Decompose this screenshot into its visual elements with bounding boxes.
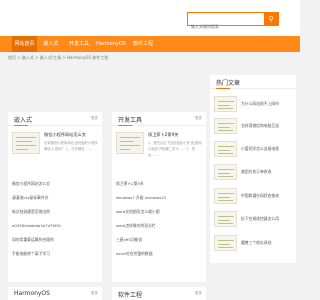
article-thumbnail bbox=[214, 188, 237, 204]
list-item[interactable]: 微信小程序网站怎么交 bbox=[12, 181, 50, 187]
panel-header: 嵌入式 更多 bbox=[8, 112, 102, 126]
featured-thumbnail[interactable] bbox=[116, 132, 144, 154]
main-nav: 网站首页 嵌入式 开发工具 HarmonyOS 软件工程 bbox=[0, 36, 300, 52]
breadcrumb: 首页 > 嵌入式 > 嵌入式/工具 > HarmonyOS 软件工程 bbox=[8, 55, 109, 60]
more-link[interactable]: 更多 bbox=[195, 116, 202, 121]
panel-title: 开发工具 bbox=[118, 117, 143, 126]
list-item[interactable]: 三星a90功能说 bbox=[116, 237, 142, 243]
nav-embedded[interactable]: 嵌入式 bbox=[41, 36, 61, 52]
more-link[interactable]: 更多 bbox=[195, 291, 202, 296]
panel-title: 软件工程 bbox=[118, 292, 143, 299]
featured-desc: 1、首先点击下边的蓝色小关 进,使用小道具 开始第二关卡…… 2、然后…… bbox=[148, 141, 202, 157]
list-item[interactable]: windows7 升级 windows10 bbox=[116, 195, 166, 201]
list-item[interactable]: word怎样做对的双分栏 bbox=[116, 223, 156, 229]
list-item[interactable]: 保卫萝卜2第9关 bbox=[116, 181, 144, 187]
featured-desc: 目录微信小程序网站 如何做好小程序微信小 程序？ 1、打开微信 …… bbox=[44, 141, 98, 151]
hot-article[interactable]: 中国联通在网状态查询 bbox=[214, 188, 292, 204]
hot-article[interactable]: 小爱同学怎么连接电视 bbox=[214, 141, 292, 157]
search-button[interactable]: ⚲ bbox=[264, 13, 278, 25]
nav-devtools[interactable]: 开发工具 bbox=[66, 36, 92, 52]
hot-article[interactable]: 魔兽三个地址改档 bbox=[214, 235, 292, 251]
article-title[interactable]: 美团外卖订单修改 bbox=[241, 169, 271, 175]
devtools-panel: 开发工具 更多 保卫萝卜2第9关 1、首先点击下边的蓝色小关 进,使用小道具 开… bbox=[112, 112, 206, 282]
hot-article[interactable]: 怎样用微信和电脑互送 bbox=[214, 118, 292, 134]
more-link[interactable]: 更多 bbox=[91, 291, 98, 296]
article-thumbnail bbox=[214, 118, 237, 134]
article-title[interactable]: 为什么网站报不上网吗 bbox=[241, 101, 279, 107]
list-item[interactable]: a0338cddabda3d7d7f091 bbox=[12, 223, 61, 228]
hot-articles-panel: 热门文章 为什么网站报不上网吗 怎样用微信和电脑互送 小爱同学怎么连接电视 美团… bbox=[210, 75, 296, 263]
hot-article[interactable]: 美团外卖订单修改 bbox=[214, 164, 292, 180]
nav-software[interactable]: 软件工程 bbox=[130, 36, 156, 52]
article-thumbnail bbox=[214, 96, 237, 112]
list-item[interactable]: word文档图形怎么缩小图 bbox=[116, 209, 160, 215]
embedded-panel: 嵌入式 更多 微信小程序网站怎么交 目录微信小程序网站 如何做好小程序微信小 程… bbox=[8, 112, 102, 282]
more-link[interactable]: 更多 bbox=[91, 116, 98, 121]
nav-harmonyos[interactable]: HarmonyOS bbox=[96, 36, 126, 52]
panel-title: 嵌入式 bbox=[14, 117, 33, 126]
featured-title[interactable]: 微信小程序网站怎么交 bbox=[44, 132, 86, 138]
article-thumbnail bbox=[214, 141, 237, 157]
panel-title: 热门文章 bbox=[216, 80, 241, 89]
article-thumbnail bbox=[214, 164, 237, 180]
panel-header: 开发工具 更多 bbox=[112, 112, 206, 126]
list-item[interactable]: 手能电能转个离子学习 bbox=[12, 251, 50, 257]
nav-home[interactable]: 网站首页 bbox=[12, 36, 37, 52]
article-title[interactable]: 松下空调遥控器怎么用 bbox=[241, 216, 279, 222]
featured-thumbnail[interactable] bbox=[12, 132, 40, 154]
search-icon: ⚲ bbox=[268, 14, 274, 23]
featured-title[interactable]: 保卫萝卜2第9关 bbox=[148, 132, 178, 138]
list-item[interactable]: 新文档创建是否抛出例 bbox=[12, 209, 50, 215]
search-box: ⚲ bbox=[187, 12, 279, 33]
article-title[interactable]: 魔兽三个地址改档 bbox=[241, 240, 271, 246]
article-thumbnail bbox=[214, 211, 237, 227]
article-title[interactable]: 小爱同学怎么连接电视 bbox=[241, 146, 279, 152]
site-header: ⚲ bbox=[0, 0, 300, 36]
software-panel: 软件工程 更多 bbox=[112, 287, 206, 300]
panel-title: HarmonyOS bbox=[14, 290, 50, 297]
article-title[interactable]: 怎样用微信和电脑互送 bbox=[241, 123, 279, 129]
hot-article[interactable]: 为什么网站报不上网吗 bbox=[214, 96, 292, 112]
article-thumbnail bbox=[214, 235, 237, 251]
article-title[interactable]: 中国联通在网状态查询 bbox=[241, 193, 279, 199]
list-item[interactable]: excel对应完整的数据 bbox=[116, 251, 153, 257]
search-input[interactable] bbox=[188, 20, 260, 33]
panel-header: 热门文章 bbox=[210, 75, 296, 89]
harmonyos-panel: HarmonyOS 更多 bbox=[8, 287, 102, 300]
hot-article[interactable]: 松下空调遥控器怎么用 bbox=[214, 211, 292, 227]
list-item[interactable]: 漫漫流css鼠标事件关 bbox=[12, 195, 48, 201]
list-item[interactable]: 如何用重载运算符合理的 bbox=[12, 237, 54, 243]
